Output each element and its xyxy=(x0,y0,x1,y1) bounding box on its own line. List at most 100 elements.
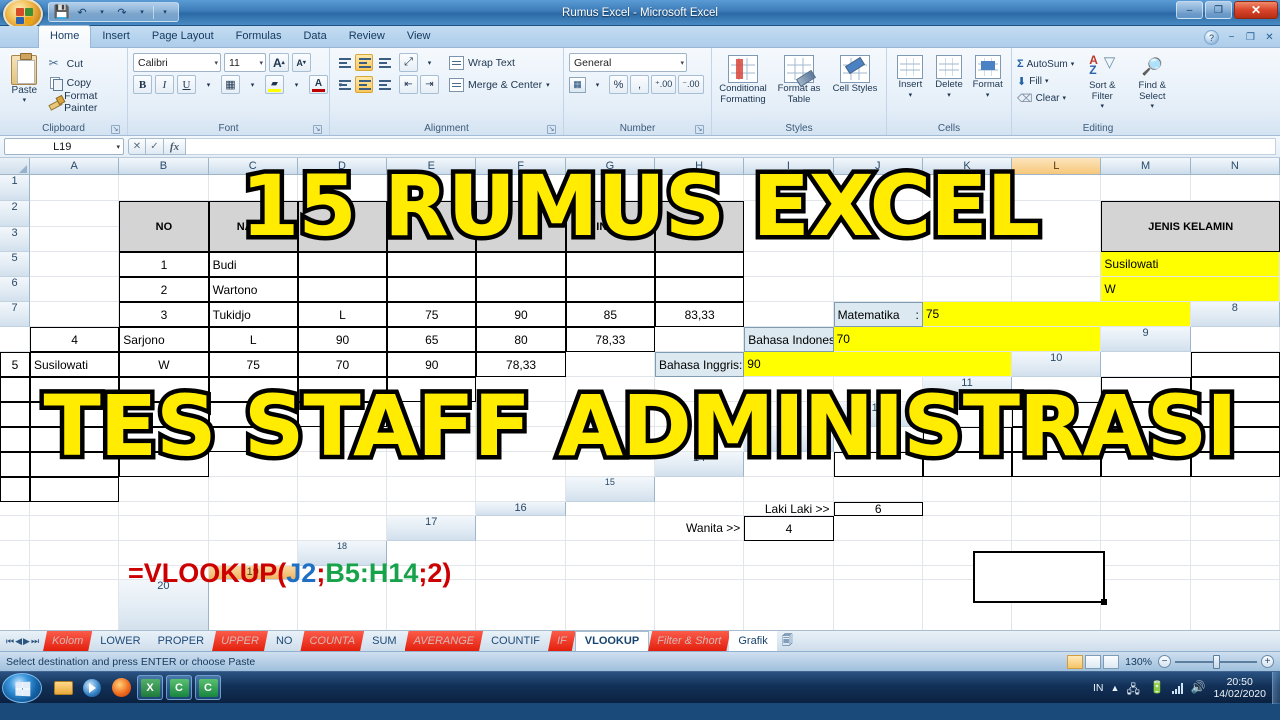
cell[interactable] xyxy=(565,377,655,402)
cell[interactable] xyxy=(565,541,655,566)
header-bahasa-indonesia[interactable] xyxy=(476,201,566,252)
zoom-track[interactable] xyxy=(1175,654,1257,669)
cell[interactable] xyxy=(387,427,477,452)
increase-decimal-button[interactable]: ⁺.00 xyxy=(651,75,677,94)
cell[interactable] xyxy=(208,427,298,452)
paste-dropdown-icon[interactable]: ▾ xyxy=(23,96,27,104)
customize-qat-icon[interactable]: ▾ xyxy=(156,4,174,21)
cell[interactable] xyxy=(1101,352,1191,377)
cell[interactable] xyxy=(922,477,1013,502)
cell[interactable] xyxy=(1101,502,1191,516)
row-header-9[interactable]: 9 xyxy=(1101,327,1191,352)
cell[interactable] xyxy=(922,252,1013,277)
column-header-n[interactable]: N xyxy=(1190,158,1280,175)
insert-cells-button[interactable]: Insert ▾ xyxy=(892,55,929,101)
sheet-tab-lower[interactable]: LOWER xyxy=(91,631,149,651)
cell[interactable] xyxy=(297,477,388,502)
cell-styles-button[interactable]: Cell Styles xyxy=(829,55,881,95)
cell[interactable] xyxy=(0,377,30,402)
cell[interactable] xyxy=(833,477,923,502)
underline-dropdown-icon[interactable]: ▾ xyxy=(199,75,218,94)
zoom-slider[interactable]: − + xyxy=(1158,654,1274,669)
header-no[interactable]: NO xyxy=(119,201,209,252)
cell[interactable] xyxy=(654,477,745,502)
cell[interactable] xyxy=(119,477,209,502)
cell[interactable] xyxy=(833,427,923,452)
orientation-dropdown-icon[interactable]: ▾ xyxy=(420,53,439,72)
cell-no-5[interactable]: 5 xyxy=(0,352,30,377)
delete-cells-dropdown-icon[interactable]: ▾ xyxy=(947,91,951,102)
cell-nama-3[interactable]: Tukidjo xyxy=(208,302,298,327)
header-rata-rata[interactable] xyxy=(654,201,745,252)
accounting-format-button[interactable]: ▦ xyxy=(569,76,586,93)
cell[interactable] xyxy=(1012,201,1102,252)
cell[interactable] xyxy=(30,377,120,402)
cell-nama-5[interactable]: Susilowati xyxy=(30,352,120,377)
sort-filter-button[interactable]: A Z ▽ Sort & Filter ▾ xyxy=(1080,54,1124,113)
row-header-11[interactable]: 11 xyxy=(922,377,1013,402)
zoom-out-button[interactable]: − xyxy=(1158,655,1171,668)
cell[interactable] xyxy=(1101,175,1191,201)
cell[interactable] xyxy=(30,566,120,580)
borders-button[interactable]: ▦ xyxy=(221,75,240,94)
language-indicator[interactable]: IN xyxy=(1093,682,1104,694)
show-desktop-button[interactable] xyxy=(1272,671,1280,704)
cell[interactable] xyxy=(744,302,834,327)
taskbar-excel-2[interactable]: C xyxy=(166,675,192,700)
cell-nama-1[interactable]: Budi xyxy=(208,252,298,277)
paste-button[interactable]: Paste ▾ xyxy=(5,53,44,104)
cell[interactable] xyxy=(476,377,566,402)
cut-button[interactable]: Cut xyxy=(48,55,122,72)
alignment-dialog-launcher-icon[interactable]: ↘ xyxy=(547,125,556,134)
row-header-5[interactable]: 5 xyxy=(0,252,30,277)
redo-dropdown-icon[interactable]: ▾ xyxy=(133,4,151,21)
cell-jk-4[interactable]: L xyxy=(208,327,298,352)
lookup-field-value-1[interactable]: 70 xyxy=(833,327,1102,352)
cell[interactable] xyxy=(476,427,566,452)
cell[interactable] xyxy=(1101,516,1191,541)
sheet-tab-countif[interactable]: COUNTIF xyxy=(482,631,549,651)
help-icon[interactable]: ? xyxy=(1204,30,1219,45)
column-header-k[interactable]: K xyxy=(922,158,1013,175)
cell[interactable] xyxy=(208,175,298,201)
fill-color-button[interactable]: ▰ xyxy=(265,75,284,94)
cell-no-3[interactable]: 3 xyxy=(119,302,209,327)
sheet-tab-if[interactable]: IF xyxy=(548,631,576,651)
cell[interactable] xyxy=(208,402,298,427)
clipboard-dialog-launcher-icon[interactable]: ↘ xyxy=(111,125,120,134)
cell[interactable] xyxy=(654,541,745,566)
cell-ind-1[interactable] xyxy=(476,252,566,277)
cell-no-4[interactable]: 4 xyxy=(30,327,120,352)
orientation-button[interactable]: ⤢ xyxy=(399,53,418,72)
close-button[interactable]: ✕ xyxy=(1234,1,1278,19)
cell[interactable] xyxy=(119,516,209,541)
cell[interactable] xyxy=(1190,516,1280,541)
cell[interactable] xyxy=(654,377,745,402)
sheet-tab-upper[interactable]: UPPER xyxy=(212,631,268,651)
cell[interactable] xyxy=(565,452,655,477)
sheet-tab-averange[interactable]: AVERANGE xyxy=(405,631,484,651)
cell[interactable] xyxy=(208,516,298,541)
cell[interactable] xyxy=(1190,566,1280,580)
cell[interactable] xyxy=(744,201,834,252)
sheet-tab-sum[interactable]: SUM xyxy=(363,631,405,651)
cell[interactable] xyxy=(1190,452,1280,477)
cell[interactable] xyxy=(922,402,1013,427)
column-header-d[interactable]: D xyxy=(297,158,388,175)
find-select-button[interactable]: 🔎 Find & Select ▾ xyxy=(1130,54,1174,113)
cell[interactable] xyxy=(30,227,120,252)
cell[interactable] xyxy=(0,502,30,516)
format-cells-dropdown-icon[interactable]: ▾ xyxy=(986,91,990,102)
font-color-button[interactable]: A xyxy=(309,75,328,94)
cell-nama-4[interactable]: Sarjono xyxy=(119,327,209,352)
count-value-laki-laki[interactable]: 6 xyxy=(833,502,923,516)
last-sheet-icon[interactable]: ⏭ xyxy=(31,636,39,647)
lookup-field-value-0[interactable]: 75 xyxy=(922,302,1191,327)
cell[interactable] xyxy=(0,541,30,566)
lookup-field-label-2[interactable]: Bahasa Inggris : xyxy=(654,352,745,377)
number-format-combo[interactable]: General ▾ xyxy=(569,53,687,72)
lookup-name-value[interactable]: Susilowati xyxy=(1101,252,1280,277)
cell[interactable] xyxy=(744,377,834,402)
sheet-tab-grafik[interactable]: Grafik xyxy=(729,631,777,651)
header-bahasa-inggris[interactable]: INGG xyxy=(565,201,655,252)
